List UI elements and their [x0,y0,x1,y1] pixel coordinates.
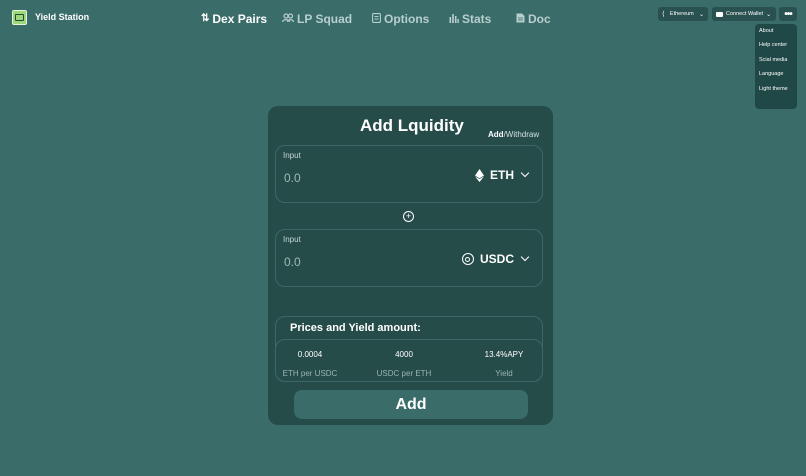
yield-stats: 0.0004 ETH per USDC 4000 USDC per ETH 13… [275,339,543,382]
token-symbol: ETH [490,168,514,182]
input-label: Input [283,151,301,160]
token-select-eth[interactable]: ETH [475,168,530,182]
stat-label: Yield [495,369,513,378]
nav-stats[interactable]: Stats [449,12,491,26]
app-logo[interactable] [12,10,27,25]
token-select-usdc[interactable]: USDC [461,252,530,266]
chevron-down-icon [520,252,530,262]
more-dropdown-menu: About Help center Scial media Language L… [755,24,797,109]
prices-yield-panel: Prices and Yield amount: 0.0004 ETH per … [275,316,543,382]
stat-label: ETH per USDC [282,369,338,378]
document-icon [516,13,525,26]
people-icon [281,13,295,25]
menu-item-language[interactable]: Language [755,70,797,84]
chevron-down-icon: ⌄ [698,11,704,18]
usdc-icon [461,253,474,265]
nav-label: LP Squad [297,12,353,26]
nav-lp-squad[interactable]: LP Squad [281,12,353,26]
stat-value: 0.0004 [297,350,323,359]
amount-input[interactable]: 0.0 [284,171,301,185]
chain-label: Ethereum [669,11,694,17]
chain-selector[interactable]: ⟨ Ethereum ⌄ [658,7,708,21]
stat-value: 13.4%APY [484,350,524,359]
nav-label: Options [384,12,430,26]
chevron-down-icon: ⌄ [766,11,772,18]
more-menu-button[interactable]: ••• [779,7,797,21]
mode-toggle: Add/Withdraw [488,130,539,139]
token-input-eth[interactable]: Input 0.0 ETH [275,145,543,203]
bar-chart-icon [449,13,459,26]
ethereum-icon [475,168,484,182]
app-name: Yield Station [35,12,90,22]
amount-input[interactable]: 0.0 [284,255,301,269]
nav-doc[interactable]: Doc [516,12,551,26]
mode-add-tab[interactable]: Add [488,130,504,139]
chevron-down-icon [520,168,530,178]
wallet-icon [716,11,723,17]
menu-item-help-center[interactable]: Help center [755,41,797,55]
document-list-icon [372,12,381,26]
menu-item-social-media[interactable]: Scial media [755,56,797,70]
nav-label: Dex Pairs [212,12,268,26]
stat-label: USDC per ETH [376,369,432,378]
stat-value: 4000 [395,350,413,359]
plus-circle-icon: + [403,211,414,222]
input-label: Input [283,235,301,244]
nav-options[interactable]: Options [372,12,429,26]
token-symbol: USDC [479,252,514,266]
card-title: Add Lquidity [360,116,464,135]
nav-dex-pairs[interactable]: ⇅ Dex Pairs [201,12,267,26]
connect-wallet-button[interactable]: Connect Wallet ⌄ [712,7,776,21]
stat-eth-per-usdc: 0.0004 ETH per USDC [270,350,350,378]
menu-item-light-theme[interactable]: Light theme [755,85,797,99]
swap-vertical-icon: ⇅ [201,13,210,24]
stat-usdc-per-eth: 4000 USDC per ETH [364,350,444,378]
mode-withdraw-tab[interactable]: Withdraw [506,130,539,139]
wallet-label: Connect Wallet [726,11,764,17]
stat-yield: 13.4%APY Yield [464,350,544,378]
ethereum-icon: ⟨ [662,11,665,18]
yield-title: Prices and Yield amount: [290,322,421,334]
nav-label: Stats [462,12,492,26]
add-liquidity-button[interactable]: Add [294,390,528,419]
token-input-usdc[interactable]: Input 0.0 USDC [275,229,543,287]
menu-item-about[interactable]: About [755,27,797,41]
nav-label: Doc [528,12,551,26]
